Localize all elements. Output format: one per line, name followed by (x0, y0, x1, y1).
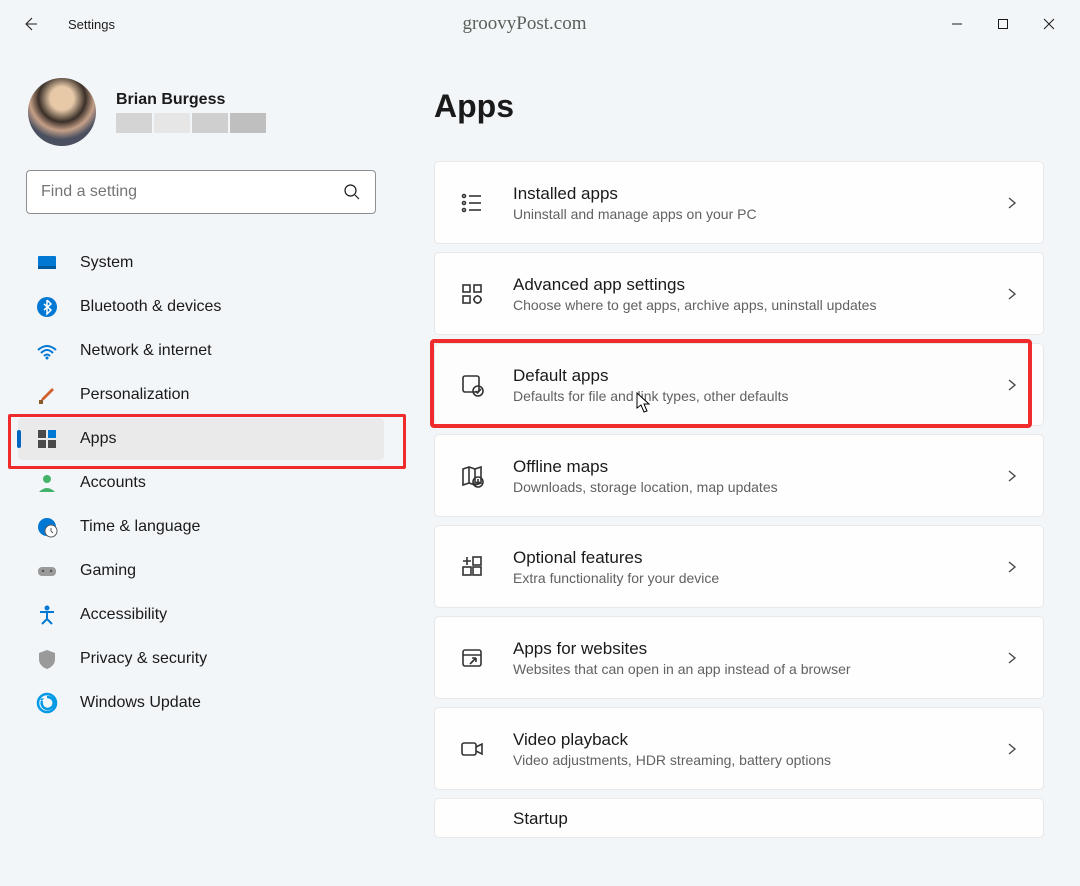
card-advanced-app-settings[interactable]: Advanced app settings Choose where to ge… (434, 252, 1044, 335)
sidebar-item-label: Network & internet (80, 342, 212, 360)
card-subtitle: Extra functionality for your device (513, 570, 977, 586)
card-title: Installed apps (513, 184, 977, 204)
sidebar-item-label: Windows Update (80, 694, 201, 712)
chevron-right-icon (1005, 287, 1019, 301)
sidebar-item-time[interactable]: Time & language (18, 506, 384, 548)
minimize-icon (951, 18, 963, 30)
sidebar-item-label: Time & language (80, 518, 200, 536)
grid-plus-icon (459, 554, 485, 580)
bluetooth-icon (36, 296, 58, 318)
card-title: Offline maps (513, 457, 977, 477)
profile-email-redacted (116, 113, 266, 133)
selection-indicator (17, 430, 21, 448)
profile-block[interactable]: Brian Burgess (18, 78, 384, 170)
chevron-right-icon (1005, 378, 1019, 392)
card-default-apps[interactable]: Default apps Defaults for file and link … (434, 343, 1044, 426)
search-box[interactable] (26, 170, 376, 214)
person-icon (36, 472, 58, 494)
shield-icon (36, 648, 58, 670)
card-installed-apps[interactable]: Installed apps Uninstall and manage apps… (434, 161, 1044, 244)
card-title: Default apps (513, 366, 977, 386)
sidebar-item-apps[interactable]: Apps (18, 418, 384, 460)
app-check-icon (459, 372, 485, 398)
globe-clock-icon (36, 516, 58, 538)
window-title: Settings (68, 17, 115, 32)
sidebar-item-accessibility[interactable]: Accessibility (18, 594, 384, 636)
system-icon (36, 252, 58, 274)
chevron-right-icon (1005, 560, 1019, 574)
profile-name: Brian Burgess (116, 91, 266, 109)
back-button[interactable] (20, 14, 40, 34)
sidebar-item-label: Apps (80, 430, 116, 448)
back-arrow-icon (22, 16, 38, 32)
avatar (28, 78, 96, 146)
apps-icon (36, 428, 58, 450)
sidebar-item-label: Accessibility (80, 606, 167, 624)
wifi-icon (36, 340, 58, 362)
chevron-right-icon (1005, 196, 1019, 210)
card-subtitle: Websites that can open in an app instead… (513, 661, 977, 677)
sidebar-item-network[interactable]: Network & internet (18, 330, 384, 372)
sidebar-item-label: Bluetooth & devices (80, 298, 221, 316)
chevron-right-icon (1005, 469, 1019, 483)
card-subtitle: Downloads, storage location, map updates (513, 479, 977, 495)
card-title: Optional features (513, 548, 977, 568)
close-icon (1043, 18, 1055, 30)
sidebar-item-label: Accounts (80, 474, 146, 492)
page-title: Apps (434, 88, 1044, 125)
sidebar-item-system[interactable]: System (18, 242, 384, 284)
sidebar-item-label: Privacy & security (80, 650, 207, 668)
sidebar-item-personalization[interactable]: Personalization (18, 374, 384, 416)
gamepad-icon (36, 560, 58, 582)
maximize-icon (997, 18, 1009, 30)
video-icon (459, 736, 485, 762)
sidebar-item-update[interactable]: Windows Update (18, 682, 384, 724)
card-apps-for-websites[interactable]: Apps for websites Websites that can open… (434, 616, 1044, 699)
list-icon (459, 190, 485, 216)
sidebar-item-bluetooth[interactable]: Bluetooth & devices (18, 286, 384, 328)
sidebar-item-label: System (80, 254, 133, 272)
search-input[interactable] (41, 183, 343, 201)
update-icon (36, 692, 58, 714)
card-offline-maps[interactable]: Offline maps Downloads, storage location… (434, 434, 1044, 517)
watermark: groovyPost.com (462, 13, 586, 35)
sidebar-item-label: Personalization (80, 386, 189, 404)
window-arrow-icon (459, 645, 485, 671)
card-subtitle: Choose where to get apps, archive apps, … (513, 297, 977, 313)
sidebar-item-accounts[interactable]: Accounts (18, 462, 384, 504)
grid-gear-icon (459, 281, 485, 307)
sidebar-item-label: Gaming (80, 562, 136, 580)
card-subtitle: Defaults for file and link types, other … (513, 388, 977, 404)
chevron-right-icon (1005, 742, 1019, 756)
card-video-playback[interactable]: Video playback Video adjustments, HDR st… (434, 707, 1044, 790)
map-download-icon (459, 463, 485, 489)
card-subtitle: Video adjustments, HDR streaming, batter… (513, 752, 977, 768)
search-icon (343, 183, 361, 201)
startup-icon (459, 809, 485, 835)
card-title: Apps for websites (513, 639, 977, 659)
card-startup-partial[interactable]: Startup (434, 798, 1044, 838)
sidebar-item-privacy[interactable]: Privacy & security (18, 638, 384, 680)
card-optional-features[interactable]: Optional features Extra functionality fo… (434, 525, 1044, 608)
card-title: Advanced app settings (513, 275, 977, 295)
close-button[interactable] (1026, 8, 1072, 40)
card-subtitle: Uninstall and manage apps on your PC (513, 206, 977, 222)
brush-icon (36, 384, 58, 406)
chevron-right-icon (1005, 651, 1019, 665)
minimize-button[interactable] (934, 8, 980, 40)
card-title: Startup (513, 809, 1019, 829)
sidebar-item-gaming[interactable]: Gaming (18, 550, 384, 592)
card-title: Video playback (513, 730, 977, 750)
maximize-button[interactable] (980, 8, 1026, 40)
accessibility-icon (36, 604, 58, 626)
